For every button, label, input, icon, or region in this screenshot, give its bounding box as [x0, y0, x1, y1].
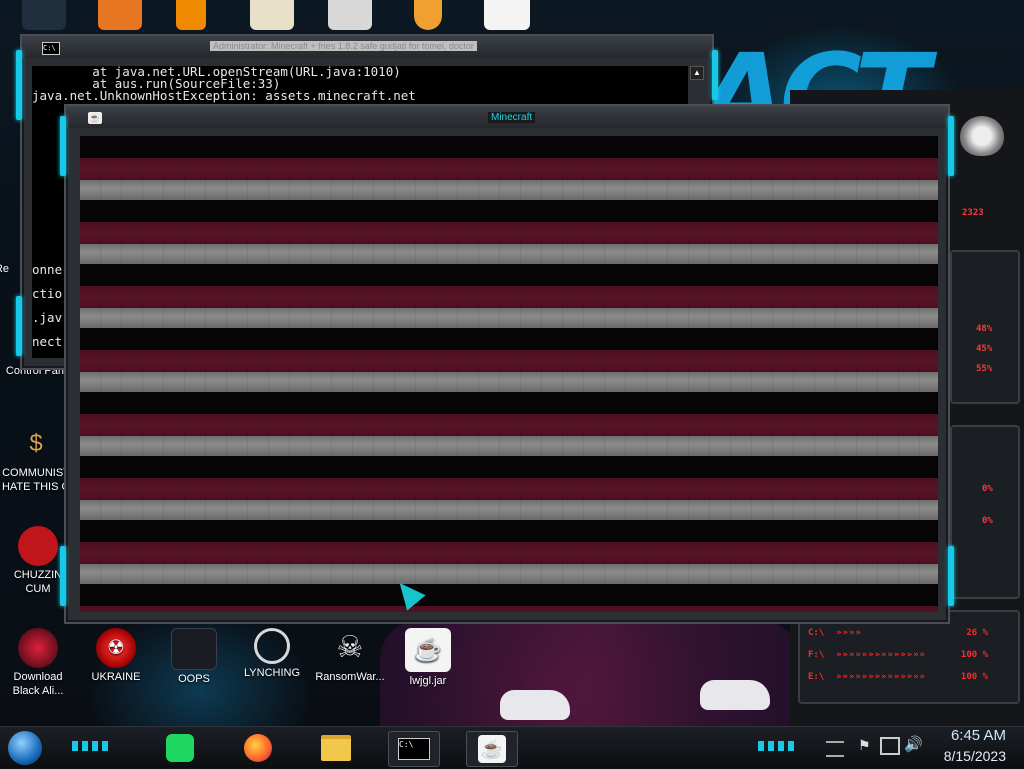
cmd-icon-label: C:\ — [399, 740, 414, 749]
console-line-fragment: .jav — [32, 310, 63, 325]
java-icon: ☕ — [88, 112, 102, 124]
wallpaper-sneaker — [500, 690, 570, 720]
desktop-icon-label: UKRAINE — [91, 671, 141, 683]
desktop-icon-download-black-ali[interactable]: Download Black Ali... — [0, 628, 76, 698]
drive-label: C:\ — [808, 628, 825, 638]
drive-label: E:\ — [808, 672, 825, 682]
scroll-up-button[interactable]: ▲ — [690, 66, 704, 80]
drive-label: F:\ — [808, 650, 825, 660]
minecraft-window[interactable]: ☕ Minecraft — [60, 104, 954, 624]
console-title: Administrator: Minecraft + fries 1.8.2 s… — [210, 41, 477, 51]
console-line-fragment: nect — [32, 334, 63, 349]
console-line: java.net.UnknownHostException: assets.mi… — [32, 88, 416, 103]
top-icon-partial[interactable] — [22, 0, 66, 30]
gadget-mid-panel — [950, 425, 1020, 599]
desktop-icon-label: lwjgl.jar — [409, 675, 447, 687]
drive-row-f: F:\ »»»»»»»»»»»»»» 100 % — [808, 650, 988, 660]
gadget-readout: 2323 — [962, 208, 984, 218]
command-prompt-taskbar-button[interactable]: C:\ — [388, 731, 440, 767]
window-trim — [712, 50, 718, 100]
java-jar-icon: ☕ — [405, 628, 451, 672]
window-trim — [948, 546, 954, 606]
noose-icon — [254, 628, 290, 664]
drive-value: 100 % — [960, 650, 988, 660]
alien-head-icon — [960, 116, 1004, 156]
vlc-icon[interactable] — [176, 0, 206, 30]
drive-value: 26 % — [966, 628, 988, 638]
desktop-icon-ukraine[interactable]: ☢ UKRAINE — [78, 628, 154, 684]
cpu-value: 55% — [976, 364, 993, 374]
taskbar-accent — [758, 741, 798, 751]
firefox-icon — [244, 734, 272, 762]
computer-virus-icon — [171, 628, 217, 670]
drive-value: 100 % — [960, 672, 988, 682]
mid-value: 0% — [982, 484, 993, 494]
taskbar-accent — [72, 741, 112, 751]
red-chuzzle-icon — [18, 526, 58, 566]
start-button[interactable] — [8, 731, 42, 765]
console-line-fragment: onne — [32, 262, 63, 277]
command-prompt-icon: C:\ — [398, 738, 430, 760]
taskbar-clock-time[interactable]: 6:45 AM — [936, 727, 1006, 744]
window-trim — [948, 116, 954, 176]
console-icon-label: C:\ — [43, 44, 56, 52]
desktop-icon-label: OOPS — [178, 673, 210, 685]
desktop-icon-partial[interactable]: Re — [0, 262, 22, 276]
desktop-icon-lynching[interactable]: LYNCHING — [234, 628, 310, 680]
spotify-taskbar-button[interactable] — [158, 731, 202, 765]
show-hidden-icons-icon[interactable] — [826, 741, 844, 757]
window-trim — [60, 116, 66, 176]
firefox-taskbar-button[interactable] — [236, 731, 280, 765]
desktop-icon-lwjgl-jar[interactable]: ☕ lwjgl.jar — [390, 628, 466, 688]
drive-row-e: E:\ »»»»»»»»»»»»»» 100 % — [808, 672, 988, 682]
drive-row-c: C:\ »»»» 26 % — [808, 628, 988, 638]
network-icon[interactable] — [880, 737, 900, 755]
java-icon[interactable] — [484, 0, 530, 30]
taskbar-clock-date[interactable]: 8/15/2023 — [926, 748, 1006, 764]
desktop-icon-oops[interactable]: OOPS — [156, 628, 232, 686]
app-icon[interactable] — [328, 0, 372, 30]
window-trim — [16, 50, 22, 120]
action-center-flag-icon[interactable]: ⚑ — [858, 737, 871, 754]
alienware-orb-icon — [18, 628, 58, 668]
radiation-icon: ☢ — [96, 628, 136, 668]
java-taskbar-button[interactable]: ☕ — [466, 731, 518, 767]
java-icon: ☕ — [478, 735, 506, 763]
file-explorer-taskbar-button[interactable] — [314, 731, 358, 765]
cpu-value: 48% — [976, 324, 993, 334]
taskbar: C:\ ☕ ⚑ 🔊 — [0, 726, 1024, 769]
cpu-value: 45% — [976, 344, 993, 354]
desktop-icon-label: RansomWar... — [315, 671, 385, 683]
minecraft-title: Minecraft — [488, 112, 536, 123]
money-bag-icon: $ — [29, 430, 43, 457]
firefox-icon[interactable] — [98, 0, 142, 30]
minecraft-game-canvas[interactable] — [80, 136, 938, 612]
desktop-icon-label: Re — [0, 263, 10, 275]
desktop-icon-ransomware[interactable]: ☠ RansomWar... — [312, 628, 388, 684]
mid-value: 0% — [982, 516, 993, 526]
desktop-icon-label: Download Black Ali... — [12, 671, 64, 697]
app-icon[interactable] — [250, 0, 294, 30]
app-icon[interactable] — [414, 0, 442, 30]
spotify-icon — [166, 734, 194, 762]
volume-icon[interactable]: 🔊 — [904, 735, 923, 753]
skull-icon: ☠ — [336, 631, 364, 664]
window-trim — [60, 546, 66, 606]
console-line-fragment: ctio — [32, 286, 63, 301]
window-trim — [16, 296, 22, 356]
wallpaper-sneaker — [700, 680, 770, 710]
desktop-icon-label: LYNCHING — [243, 667, 301, 679]
command-prompt-icon: C:\ — [42, 42, 60, 55]
file-explorer-icon — [321, 735, 351, 761]
